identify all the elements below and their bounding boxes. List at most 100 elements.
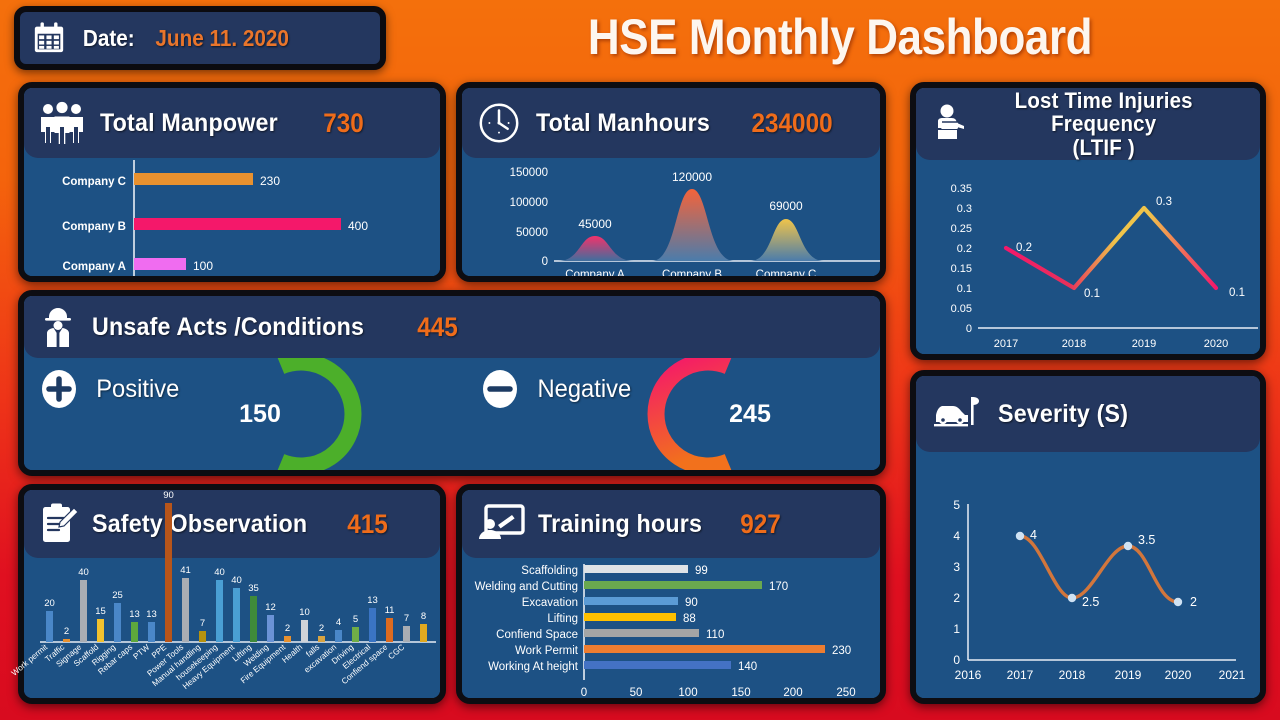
- svg-text:100: 100: [193, 259, 213, 273]
- positive-value: 150: [239, 400, 281, 428]
- negative-label: Negative: [537, 374, 632, 403]
- ltif-header: Lost Time Injuries Frequency (LTIF ): [916, 88, 1260, 160]
- panel-training-hours: Training hours 927 Scaffolding Welding a…: [456, 484, 886, 704]
- svg-text:Company A: Company A: [565, 269, 625, 276]
- svg-text:20: 20: [44, 598, 55, 609]
- svg-text:3.5: 3.5: [1138, 533, 1155, 547]
- date-box[interactable]: Date: June 11. 2020: [14, 6, 386, 70]
- svg-text:Scaffolding: Scaffolding: [521, 565, 578, 577]
- svg-text:13: 13: [129, 609, 140, 620]
- svg-text:5: 5: [953, 498, 960, 512]
- svg-text:7: 7: [200, 618, 205, 629]
- svg-text:CGC: CGC: [387, 643, 407, 662]
- svg-text:Lifting: Lifting: [547, 613, 578, 625]
- training-header: Training hours 927: [462, 490, 880, 558]
- svg-text:250: 250: [836, 687, 855, 698]
- svg-text:41: 41: [180, 565, 191, 576]
- svg-text:0.3: 0.3: [1156, 196, 1172, 208]
- svg-text:0.05: 0.05: [951, 303, 972, 315]
- plus-circle-icon: [38, 368, 80, 410]
- svg-text:25: 25: [112, 590, 123, 601]
- svg-text:2018: 2018: [1059, 668, 1086, 682]
- positive-label: Positive: [96, 374, 180, 403]
- observation-chart: 20 2 40 15 25 13 13 90 41 7 40 40 35 12 …: [10, 490, 436, 691]
- svg-text:400: 400: [348, 219, 368, 233]
- svg-text:2020: 2020: [1165, 668, 1192, 682]
- car-accident-icon: [930, 391, 986, 437]
- svg-text:0: 0: [966, 323, 972, 335]
- training-total: 927: [740, 508, 782, 539]
- svg-text:Company A: Company A: [63, 261, 126, 273]
- svg-text:0.3: 0.3: [957, 203, 972, 215]
- svg-text:110: 110: [706, 629, 724, 641]
- manhours-header: Total Manhours 234000: [462, 88, 880, 158]
- clock-icon: [476, 100, 522, 146]
- svg-text:Company C: Company C: [756, 269, 817, 276]
- svg-text:Excavation: Excavation: [522, 597, 578, 609]
- svg-text:Company B: Company B: [662, 269, 722, 276]
- svg-text:230: 230: [832, 645, 851, 657]
- svg-text:2021: 2021: [1219, 668, 1246, 682]
- severity-header: Severity (S): [916, 376, 1260, 452]
- worker-helmet-icon: [38, 305, 78, 349]
- manpower-title: Total Manpower: [100, 108, 278, 137]
- svg-text:13: 13: [146, 609, 157, 620]
- svg-text:50: 50: [630, 687, 643, 698]
- svg-text:12: 12: [265, 602, 276, 613]
- svg-text:0.2: 0.2: [957, 243, 972, 255]
- manhours-total: 234000: [751, 107, 833, 138]
- injured-person-icon: [930, 102, 970, 146]
- svg-text:2020: 2020: [1204, 338, 1228, 350]
- panel-total-manhours: Total Manhours 234000 150000 100000 5000…: [456, 82, 886, 282]
- svg-text:40: 40: [78, 567, 89, 578]
- manhours-title: Total Manhours: [536, 108, 710, 137]
- svg-text:100000: 100000: [510, 197, 548, 209]
- positive-gauge: 150: [239, 353, 362, 470]
- panel-unsafe-acts: Unsafe Acts /Conditions 445 Positive 150: [18, 290, 886, 476]
- svg-text:35: 35: [248, 583, 259, 594]
- panel-ltif: Lost Time Injuries Frequency (LTIF ) 0.3…: [910, 82, 1266, 360]
- svg-text:69000: 69000: [769, 199, 803, 213]
- severity-title: Severity (S): [998, 399, 1129, 428]
- calendar-icon: [32, 21, 66, 55]
- svg-text:2017: 2017: [994, 338, 1018, 350]
- svg-text:Company C: Company C: [62, 176, 126, 188]
- svg-text:0: 0: [953, 653, 960, 667]
- svg-text:1: 1: [953, 622, 960, 636]
- svg-text:90: 90: [163, 490, 174, 501]
- people-group-icon: [38, 101, 86, 145]
- svg-text:0.35: 0.35: [951, 183, 972, 195]
- svg-text:170: 170: [769, 581, 788, 593]
- date-value: June 11. 2020: [154, 24, 289, 51]
- svg-text:99: 99: [695, 565, 708, 577]
- svg-text:Welding and Cutting: Welding and Cutting: [475, 581, 578, 593]
- svg-text:0.1: 0.1: [1229, 287, 1245, 299]
- svg-text:2018: 2018: [1062, 338, 1086, 350]
- manpower-header: Total Manpower 730: [24, 88, 440, 158]
- svg-text:140: 140: [738, 661, 757, 673]
- svg-text:0.15: 0.15: [951, 263, 972, 275]
- svg-text:150000: 150000: [510, 167, 548, 179]
- svg-text:Work permit: Work permit: [10, 642, 50, 678]
- svg-text:Confiend Space: Confiend Space: [496, 629, 578, 641]
- svg-text:0: 0: [581, 687, 587, 698]
- svg-text:2: 2: [285, 623, 290, 634]
- unsafe-title: Unsafe Acts /Conditions: [92, 312, 365, 341]
- panel-total-manpower: Total Manpower 730 Company C 230 Company…: [18, 82, 446, 282]
- svg-text:2017: 2017: [1007, 668, 1034, 682]
- svg-text:120000: 120000: [672, 170, 712, 184]
- presentation-person-icon: [476, 503, 526, 545]
- svg-text:Work Permit: Work Permit: [515, 645, 579, 657]
- ltif-title: Lost Time Injuries Frequency (LTIF ): [1014, 88, 1193, 160]
- date-label: Date:: [82, 24, 135, 51]
- svg-text:PTW: PTW: [132, 642, 152, 661]
- svg-text:0: 0: [542, 256, 548, 268]
- svg-text:88: 88: [683, 613, 696, 625]
- svg-text:90: 90: [685, 597, 698, 609]
- svg-text:Working At height: Working At height: [488, 661, 579, 673]
- negative-value: 245: [729, 400, 771, 428]
- svg-text:2.5: 2.5: [1082, 595, 1099, 609]
- svg-text:2: 2: [64, 626, 69, 637]
- svg-text:Company B: Company B: [62, 221, 126, 233]
- negative-block: Negative: [479, 368, 634, 410]
